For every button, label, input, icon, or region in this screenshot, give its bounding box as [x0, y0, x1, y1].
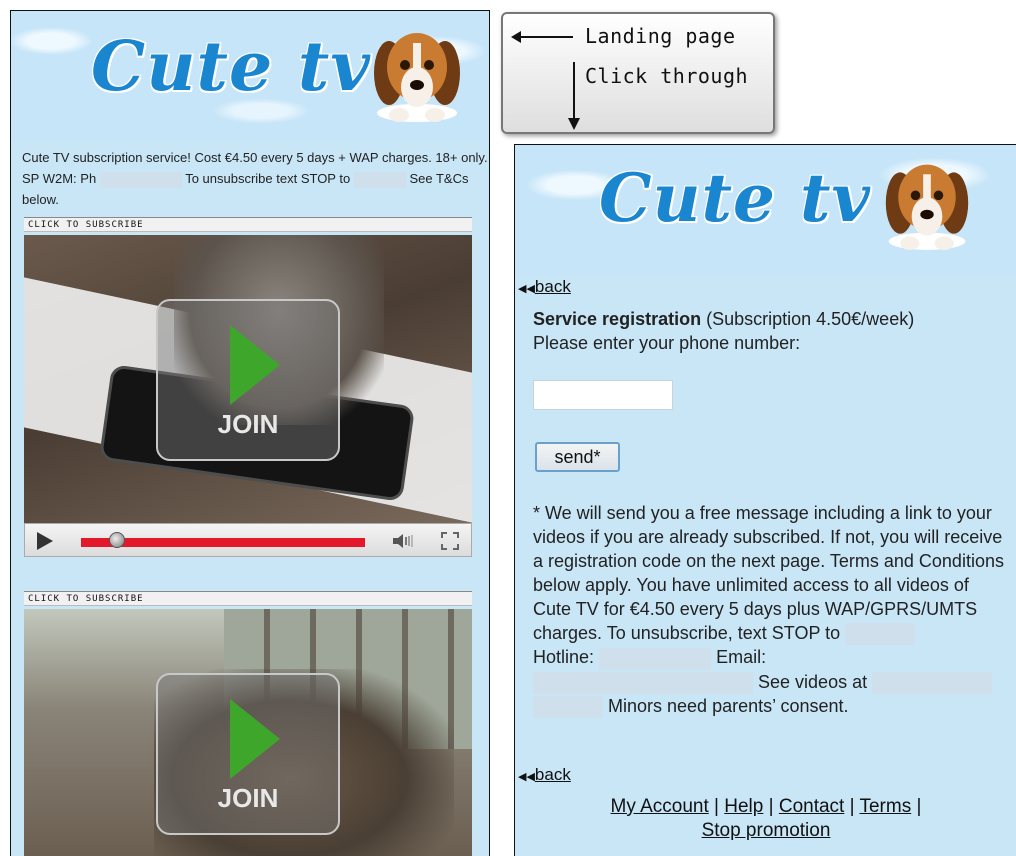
redacted-phone — [99, 171, 182, 188]
play-icon-2 — [230, 699, 280, 779]
see-videos-label: See videos at — [758, 671, 868, 692]
redacted-shortcode — [353, 171, 406, 188]
cute-tv-logo-2: Cute tv — [599, 159, 871, 237]
my-account-link[interactable]: My Account — [611, 796, 709, 817]
join-button-2[interactable]: JOIN — [156, 673, 340, 835]
landing-page: Cute tv Cute TV subscription service! Co… — [10, 10, 490, 856]
cute-tv-logo: Cute tv — [91, 27, 371, 107]
email-label: Email: — [716, 647, 767, 668]
join-label: JOIN — [217, 409, 279, 439]
play-icon — [230, 325, 280, 405]
rewind-icon: ◀◀ — [518, 283, 535, 295]
minors-text: Minors need parents’ consent. — [608, 695, 849, 716]
join-label-2: JOIN — [217, 783, 279, 813]
redacted-shortcode-2 — [845, 623, 916, 646]
landing-page-label: Landing page — [585, 24, 736, 48]
phone-number-input[interactable] — [533, 380, 673, 410]
registration-header: Service registration (Subscription 4.50€… — [533, 307, 1009, 355]
stop-promotion-link[interactable]: Stop promotion — [702, 820, 831, 841]
service-registration-title: Service registration — [533, 309, 702, 329]
arrow-down-icon — [568, 62, 580, 130]
subscription-note: (Subscription 4.50€/week) — [706, 309, 915, 329]
intro-text: Cute TV subscription service! Cost €4.50… — [22, 147, 489, 210]
phone-prompt: Please enter your phone number: — [533, 333, 801, 353]
click-to-subscribe-bar[interactable]: CLICK TO SUBSCRIBE — [24, 217, 472, 232]
rewind-icon-2: ◀◀ — [518, 771, 535, 783]
kitten-video[interactable]: JOIN — [24, 609, 472, 856]
puppy-logo-icon — [374, 33, 460, 122]
redacted-email — [533, 671, 753, 694]
contact-link[interactable]: Contact — [779, 796, 844, 817]
hotline-label: Hotline: — [533, 647, 595, 668]
back-link-label: back — [534, 277, 571, 296]
join-button[interactable]: JOIN — [156, 299, 340, 461]
progress-knob[interactable] — [109, 532, 125, 548]
help-link[interactable]: Help — [724, 796, 763, 817]
volume-icon[interactable] — [393, 534, 415, 548]
terms-body: * We will send you a free message includ… — [533, 503, 1004, 643]
back-link[interactable]: ◀◀back — [518, 277, 571, 297]
arrow-left-icon — [511, 31, 573, 43]
annotation-box: Landing page Click through — [501, 12, 775, 134]
fullscreen-icon[interactable] — [441, 532, 459, 550]
intro-text-part-2: To unsubscribe text STOP to — [185, 171, 351, 186]
monkey-video[interactable]: JOIN — [24, 235, 472, 523]
footer-links: My Account | Help | Contact | Terms | St… — [610, 796, 922, 841]
redacted-url — [872, 671, 993, 694]
terms-text: * We will send you a free message includ… — [533, 501, 1009, 718]
redacted-url-2 — [533, 696, 603, 718]
play-control-icon[interactable] — [37, 532, 53, 550]
click-through-label: Click through — [585, 64, 749, 88]
video-controls — [24, 523, 472, 557]
back-link-label-2: back — [534, 765, 571, 784]
registration-page: Cute tv ◀◀back Service registration (Sub… — [514, 144, 1016, 856]
send-button[interactable]: send* — [535, 442, 620, 472]
redacted-hotline — [599, 647, 712, 670]
terms-link[interactable]: Terms — [859, 796, 911, 817]
puppy-logo-icon-2 — [885, 164, 969, 250]
click-to-subscribe-bar-2[interactable]: CLICK TO SUBSCRIBE — [24, 591, 472, 606]
back-link-2[interactable]: ◀◀back — [518, 765, 571, 785]
